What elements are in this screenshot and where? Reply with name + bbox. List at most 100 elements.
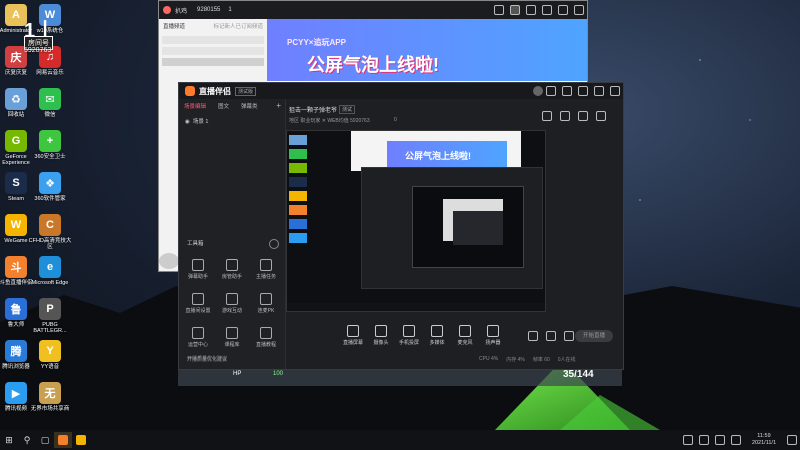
store-icon[interactable] <box>577 111 588 121</box>
game-icon[interactable] <box>526 5 536 15</box>
maximize-icon[interactable] <box>594 86 604 96</box>
hud-ammo: 35/144 <box>563 369 594 380</box>
network-icon[interactable] <box>698 435 709 445</box>
control-label: 多媒体 <box>429 340 445 346</box>
kuaishou-icon <box>76 435 86 445</box>
task-view-icon[interactable]: ▢ <box>36 432 54 448</box>
desktop-icon[interactable]: +360安全卫士 <box>28 130 72 160</box>
tool-icon <box>226 327 238 339</box>
mail-icon[interactable] <box>562 86 572 96</box>
add-scene-button[interactable]: + <box>276 101 281 110</box>
source-control[interactable]: 扬声器 <box>479 325 507 346</box>
preview-nested-banner: 公屏气泡上线啦! <box>387 141 507 167</box>
stat-mem: 内存 4% <box>506 357 525 363</box>
yy-user-row[interactable] <box>162 47 264 55</box>
ime-icon[interactable] <box>730 435 741 445</box>
close-icon[interactable] <box>574 5 584 15</box>
tool-button[interactable]: 课程库 <box>219 327 245 348</box>
scene-item-label: 场景 1 <box>192 119 209 125</box>
notification-icon[interactable] <box>787 435 797 445</box>
tool-label: 弹幕助手 <box>187 274 208 280</box>
tool-button[interactable]: 房管助手 <box>219 259 245 280</box>
desktop-icon[interactable]: ✉ 微信 <box>28 88 72 118</box>
settings-icon[interactable] <box>563 331 574 341</box>
app-version-badge: 测试版 <box>235 86 257 96</box>
tab-graphics[interactable]: 图文 <box>213 99 234 113</box>
tool-icon <box>260 327 272 339</box>
yy-sidebar-hint[interactable]: 标记新人已订阅频道 <box>213 22 263 30</box>
tool-button[interactable]: 连麦PK <box>253 293 279 314</box>
tool-button[interactable]: 运营中心 <box>185 327 211 348</box>
start-button[interactable]: ⊞ <box>0 432 18 448</box>
app-icon: ▶ <box>5 382 27 404</box>
tool-button[interactable]: 弹幕助手 <box>185 259 211 280</box>
minimize-icon[interactable] <box>558 5 568 15</box>
room-number-value: 5920763 <box>24 47 52 54</box>
tool-icon <box>260 259 272 271</box>
home-icon[interactable] <box>510 5 520 15</box>
scene-item[interactable]: ◉ 场景 1 <box>179 113 285 129</box>
banner-title: 公屏气泡上线啦! <box>307 55 439 75</box>
lock-icon[interactable] <box>542 111 552 121</box>
tool-button[interactable]: 直播间设置 <box>185 293 211 314</box>
settings-icon[interactable] <box>546 86 556 96</box>
tool-button[interactable]: 主播任务 <box>253 259 279 280</box>
room-title[interactable]: 狙击一颗子弹老爷 <box>289 105 337 114</box>
close-icon[interactable] <box>610 86 620 96</box>
desktop-icon[interactable]: 无无界市场共享商 <box>28 382 72 412</box>
volume-icon[interactable] <box>714 435 725 445</box>
desktop-icon[interactable]: C CFHD高清竞技大区 <box>28 214 72 250</box>
tool-icon <box>192 259 204 271</box>
yy-user-row[interactable] <box>162 58 264 66</box>
room-info: 地区 职业玩家 ✕ WEB均值 5920763 <box>289 118 370 124</box>
yy-channel-title: 扒鸡 <box>175 8 188 15</box>
app-icon: G <box>5 130 27 152</box>
control-icon <box>431 325 443 337</box>
desktop-icon[interactable]: e Microsoft Edge <box>28 256 72 286</box>
start-live-button[interactable]: 开始直播 <box>575 330 613 342</box>
desktop-icon-label: CFHD高清竞技大区 <box>28 238 72 250</box>
desktop-icon[interactable]: P PUBG BATTLEGR... <box>28 298 72 334</box>
clock[interactable]: 11:59 2021/11/1 <box>752 433 776 447</box>
source-control[interactable]: 摄像头 <box>367 325 395 346</box>
tool-button[interactable]: 游戏互动 <box>219 293 245 314</box>
record-icon[interactable] <box>528 331 538 341</box>
share-icon[interactable] <box>595 111 606 121</box>
tool-button[interactable]: 直播教程 <box>253 327 279 348</box>
timer-icon[interactable] <box>545 331 556 341</box>
tab-danmaku[interactable]: 弹幕类 <box>236 99 263 113</box>
tool-icon <box>226 293 238 305</box>
eye-icon[interactable]: ◉ <box>185 119 190 125</box>
gift-icon[interactable] <box>559 111 570 121</box>
menu-icon[interactable] <box>542 5 552 15</box>
status-bar: 开播质量优化建议 <box>187 356 227 363</box>
extra-controls <box>525 331 577 343</box>
more-tools-icon[interactable] <box>269 239 279 249</box>
banner-subtitle: PCYY×追玩APP <box>287 38 346 47</box>
app-title-bar: 直播伴侣 测试版 <box>179 83 623 99</box>
search-icon[interactable]: ⚲ <box>18 432 36 448</box>
yy-user-row[interactable] <box>162 36 264 44</box>
source-control[interactable]: 手机投屏 <box>395 325 423 346</box>
room-tag[interactable]: 测试 <box>339 105 356 114</box>
douyu-icon <box>58 435 68 445</box>
tab-scene-edit[interactable]: 场景编辑 <box>179 99 211 113</box>
taskbar-app-douyu[interactable] <box>54 432 72 448</box>
avatar[interactable] <box>533 86 543 96</box>
taskbar-app-kuaishou[interactable] <box>72 432 90 448</box>
yy-promo-banner[interactable]: PCYY×追玩APP 公屏气泡上线啦! <box>267 19 587 81</box>
desktop-icon[interactable]: ❖ 360软件管家 <box>28 172 72 202</box>
tray-chevron-icon[interactable] <box>682 435 693 445</box>
stream-preview[interactable]: 公屏气泡上线啦! <box>286 130 546 312</box>
tool-label: 直播教程 <box>255 342 276 348</box>
source-control[interactable]: 直播屏幕 <box>339 325 367 346</box>
source-control[interactable]: 多媒体 <box>423 325 451 346</box>
desktop-icon[interactable]: Y YY语音 <box>28 340 72 370</box>
stat-cpu: CPU 4% <box>479 356 499 362</box>
tool-label: 主播任务 <box>255 274 276 280</box>
desktop-icon-label: 网易云音乐 <box>36 70 64 76</box>
minimize-icon[interactable] <box>578 86 588 96</box>
video-icon[interactable] <box>494 5 504 15</box>
source-control[interactable]: 麦克风 <box>451 325 479 346</box>
control-label: 直播屏幕 <box>342 340 363 346</box>
